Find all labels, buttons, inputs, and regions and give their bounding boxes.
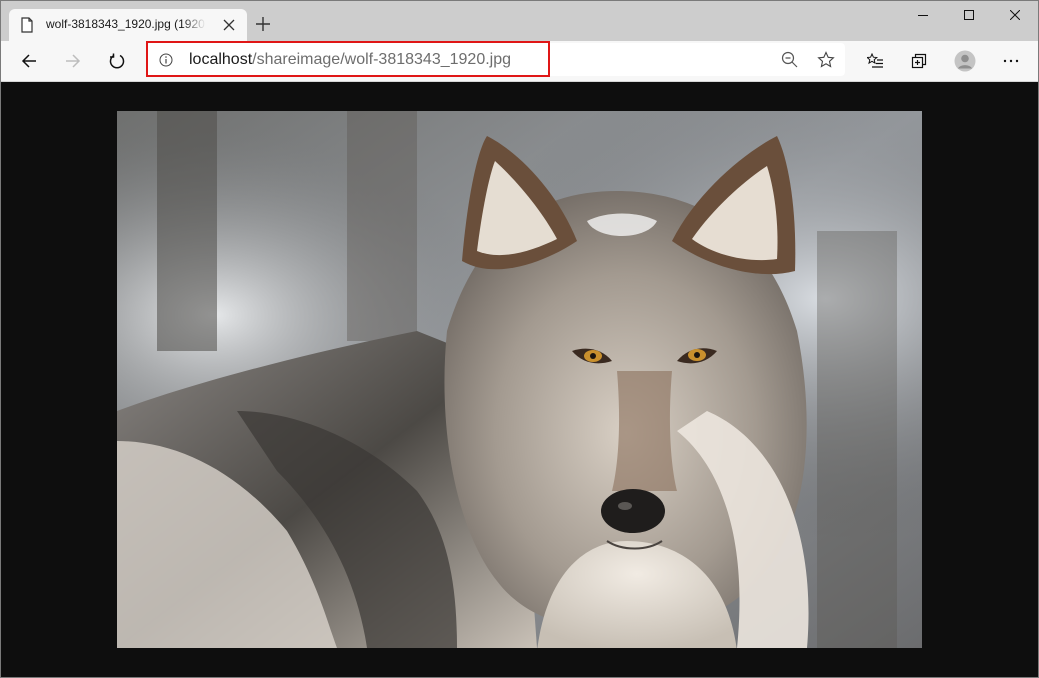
tab-title: wolf-3818343_1920.jpg (1920×1280) bbox=[46, 17, 206, 31]
info-icon[interactable] bbox=[159, 53, 173, 67]
minimize-button[interactable] bbox=[900, 1, 946, 31]
zoom-out-icon[interactable] bbox=[781, 51, 799, 69]
page-icon bbox=[21, 17, 33, 33]
close-icon[interactable] bbox=[223, 19, 235, 31]
refresh-icon bbox=[109, 53, 125, 69]
refresh-button[interactable] bbox=[105, 49, 129, 73]
maximize-button[interactable] bbox=[946, 1, 992, 31]
page-viewport bbox=[1, 82, 1038, 677]
favorites-button[interactable] bbox=[863, 49, 887, 73]
wolf-illustration bbox=[117, 111, 922, 648]
maximize-icon bbox=[964, 10, 974, 20]
minimize-icon bbox=[918, 15, 928, 16]
url-text[interactable]: localhost/shareimage/wolf-3818343_1920.j… bbox=[189, 51, 511, 69]
tab-active[interactable]: wolf-3818343_1920.jpg (1920×1280) bbox=[9, 9, 247, 41]
profile-avatar-icon bbox=[954, 50, 976, 72]
close-icon bbox=[1010, 10, 1020, 20]
url-path: /shareimage/wolf-3818343_1920.jpg bbox=[252, 51, 512, 68]
window-close-button[interactable] bbox=[992, 1, 1038, 31]
more-options-icon bbox=[1003, 59, 1019, 63]
tab-strip: wolf-3818343_1920.jpg (1920×1280) bbox=[1, 1, 1038, 41]
back-arrow-icon bbox=[21, 54, 36, 68]
wolf-image bbox=[117, 111, 922, 648]
profile-button[interactable] bbox=[953, 49, 977, 73]
more-options-button[interactable] bbox=[999, 49, 1023, 73]
collections-icon bbox=[911, 53, 927, 69]
address-bar[interactable]: localhost/shareimage/wolf-3818343_1920.j… bbox=[147, 43, 845, 76]
back-button[interactable] bbox=[17, 49, 41, 73]
favorites-list-icon bbox=[867, 53, 883, 68]
collections-button[interactable] bbox=[907, 49, 931, 73]
forward-arrow-icon bbox=[66, 54, 81, 68]
toolbar: localhost/shareimage/wolf-3818343_1920.j… bbox=[1, 41, 1038, 82]
forward-button[interactable] bbox=[61, 49, 85, 73]
star-icon[interactable] bbox=[817, 51, 835, 69]
plus-icon[interactable] bbox=[255, 16, 271, 32]
url-host: localhost bbox=[189, 51, 253, 68]
browser-window: wolf-3818343_1920.jpg (1920×1280) bbox=[0, 0, 1039, 678]
